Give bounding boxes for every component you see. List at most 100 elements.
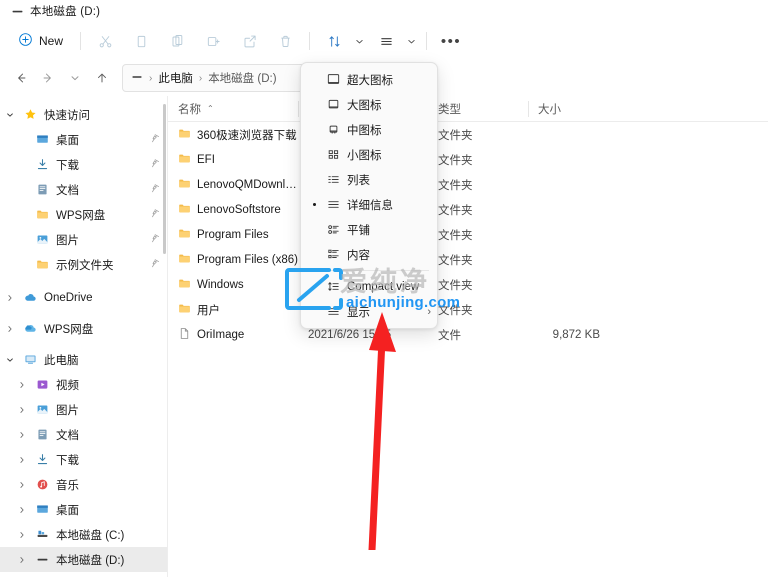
cell-type: 文件夹 xyxy=(438,304,473,317)
recent-locations-button[interactable] xyxy=(62,65,88,91)
download-icon xyxy=(32,158,52,171)
selected-bullet-icon xyxy=(307,203,321,206)
sidebar-scrollbar[interactable] xyxy=(163,104,166,254)
menu-item-medium-icons[interactable]: 中图标 xyxy=(301,117,437,142)
share-icon xyxy=(242,34,257,49)
sidebar-item-local-disk-d[interactable]: 本地磁盘 (D:) xyxy=(0,547,168,572)
sort-button[interactable] xyxy=(317,26,351,56)
list-icon xyxy=(321,172,345,187)
chevron-right-icon[interactable] xyxy=(0,325,20,333)
chevron-right-icon[interactable] xyxy=(12,506,32,514)
new-button-label: New xyxy=(39,34,64,48)
file-rows: 360极速浏览器下载 3 17:26 文件夹 EFI 6 17:18 文件夹 xyxy=(168,122,768,347)
table-row[interactable]: Windows 文件夹 xyxy=(168,272,768,297)
sidebar-item-onedrive[interactable]: OneDrive xyxy=(0,285,168,310)
menu-item-large-icons[interactable]: 大图标 xyxy=(301,92,437,117)
view-control[interactable] xyxy=(369,26,419,56)
sidebar-item-wps-cloud[interactable]: WPS网盘 xyxy=(0,202,168,227)
chevron-right-icon[interactable] xyxy=(12,381,32,389)
chevron-right-icon[interactable] xyxy=(12,531,32,539)
folder-icon xyxy=(32,208,52,221)
sidebar-item-videos[interactable]: 视频 xyxy=(0,372,168,397)
rename-button[interactable] xyxy=(196,26,230,56)
sidebar-item-pictures[interactable]: 图片 xyxy=(0,227,168,252)
menu-item-compact-view[interactable]: Compact view xyxy=(301,274,437,299)
column-header-name[interactable]: 名称 ⌃ xyxy=(168,96,298,122)
sidebar-item-documents-pc[interactable]: 文档 xyxy=(0,422,168,447)
chevron-right-icon[interactable] xyxy=(12,456,32,464)
pictures-icon xyxy=(32,233,52,246)
sidebar-item-wps-cloud-root[interactable]: WPS网盘 xyxy=(0,316,168,341)
table-row[interactable]: Program Files (x86) 6 15:00 文件夹 xyxy=(168,247,768,272)
share-button[interactable] xyxy=(232,26,266,56)
cell-name: LenovoQMDownload xyxy=(168,177,298,193)
table-row[interactable]: LenovoQMDownload 6 19:40 文件夹 xyxy=(168,172,768,197)
table-row[interactable]: Program Files 2:41 文件夹 xyxy=(168,222,768,247)
copy-button[interactable] xyxy=(124,26,158,56)
navigation-pane: 快速访问 桌面 下载 文档 WPS网盘 图片 示例文件夹 OneDrive WP… xyxy=(0,96,168,577)
chevron-down-icon[interactable] xyxy=(0,356,20,364)
sidebar-item-downloads-pc[interactable]: 下载 xyxy=(0,447,168,472)
sidebar-label: 文档 xyxy=(56,429,79,442)
sidebar-item-downloads[interactable]: 下载 xyxy=(0,152,168,177)
sidebar-label: 桌面 xyxy=(56,504,79,517)
more-options-button[interactable]: ••• xyxy=(434,26,468,56)
table-row[interactable]: OriImage 2021/6/26 15:15 文件 9,872 KB xyxy=(168,322,768,347)
menu-item-list[interactable]: 列表 xyxy=(301,167,437,192)
chevron-right-icon[interactable] xyxy=(12,481,32,489)
sidebar-label: WPS网盘 xyxy=(56,209,106,222)
menu-item-show[interactable]: 显示 › xyxy=(301,299,437,324)
document-icon xyxy=(32,183,52,196)
view-button[interactable] xyxy=(369,26,403,56)
delete-button[interactable] xyxy=(268,26,302,56)
table-row[interactable]: EFI 6 17:18 文件夹 xyxy=(168,147,768,172)
menu-item-details[interactable]: 详细信息 xyxy=(301,192,437,217)
menu-item-extra-large-icons[interactable]: 超大图标 xyxy=(301,67,437,92)
sidebar-item-desktop[interactable]: 桌面 xyxy=(0,127,168,152)
sort-control[interactable] xyxy=(317,26,367,56)
breadcrumb-item-this-pc[interactable]: 此电脑 xyxy=(158,70,193,86)
pin-icon[interactable] xyxy=(151,208,162,222)
file-name: LenovoSoftstore xyxy=(197,203,281,216)
folder-icon xyxy=(178,152,191,168)
sidebar-item-music[interactable]: 音乐 xyxy=(0,472,168,497)
table-row[interactable]: 用户 7 16:06 文件夹 xyxy=(168,297,768,322)
chevron-right-icon[interactable] xyxy=(12,406,32,414)
paste-button[interactable] xyxy=(160,26,194,56)
chevron-right-icon[interactable] xyxy=(0,294,20,302)
sidebar-item-sample-folder[interactable]: 示例文件夹 xyxy=(0,252,168,277)
menu-item-small-icons[interactable]: 小图标 xyxy=(301,142,437,167)
view-chevron-down-icon[interactable] xyxy=(403,26,419,56)
sidebar-item-desktop-pc[interactable]: 桌面 xyxy=(0,497,168,522)
sidebar-item-quick-access[interactable]: 快速访问 xyxy=(0,102,168,127)
chevron-down-icon[interactable] xyxy=(0,111,20,119)
sidebar-label: 此电脑 xyxy=(44,354,79,367)
breadcrumb-item-local-disk-d[interactable]: 本地磁盘 (D:) xyxy=(208,70,276,86)
breadcrumb-separator-1: › xyxy=(149,72,153,84)
sidebar-item-local-disk-c[interactable]: 本地磁盘 (C:) xyxy=(0,522,168,547)
sidebar-item-pictures-pc[interactable]: 图片 xyxy=(0,397,168,422)
pin-icon[interactable] xyxy=(151,183,162,197)
up-button[interactable] xyxy=(89,65,115,91)
column-header-size[interactable]: 大小 xyxy=(528,96,618,122)
forward-button[interactable] xyxy=(35,65,61,91)
desktop-icon xyxy=(32,133,52,146)
pin-icon[interactable] xyxy=(151,233,162,247)
pin-icon[interactable] xyxy=(151,158,162,172)
back-button[interactable] xyxy=(8,65,34,91)
table-row[interactable]: LenovoSoftstore 6 23:31 文件夹 xyxy=(168,197,768,222)
table-row[interactable]: 360极速浏览器下载 3 17:26 文件夹 xyxy=(168,122,768,147)
column-header-type[interactable]: 类型 xyxy=(428,96,528,122)
cell-name: 360极速浏览器下载 xyxy=(168,127,298,143)
sidebar-item-documents[interactable]: 文档 xyxy=(0,177,168,202)
sidebar-item-this-pc[interactable]: 此电脑 xyxy=(0,347,168,372)
menu-item-content[interactable]: 内容 xyxy=(301,242,437,267)
menu-item-tiles[interactable]: 平铺 xyxy=(301,217,437,242)
cut-button[interactable] xyxy=(88,26,122,56)
sort-chevron-down-icon[interactable] xyxy=(351,26,367,56)
chevron-right-icon[interactable] xyxy=(12,556,32,564)
pin-icon[interactable] xyxy=(151,258,162,272)
chevron-right-icon[interactable] xyxy=(12,431,32,439)
new-button[interactable]: New xyxy=(8,27,73,55)
pin-icon[interactable] xyxy=(151,133,162,147)
